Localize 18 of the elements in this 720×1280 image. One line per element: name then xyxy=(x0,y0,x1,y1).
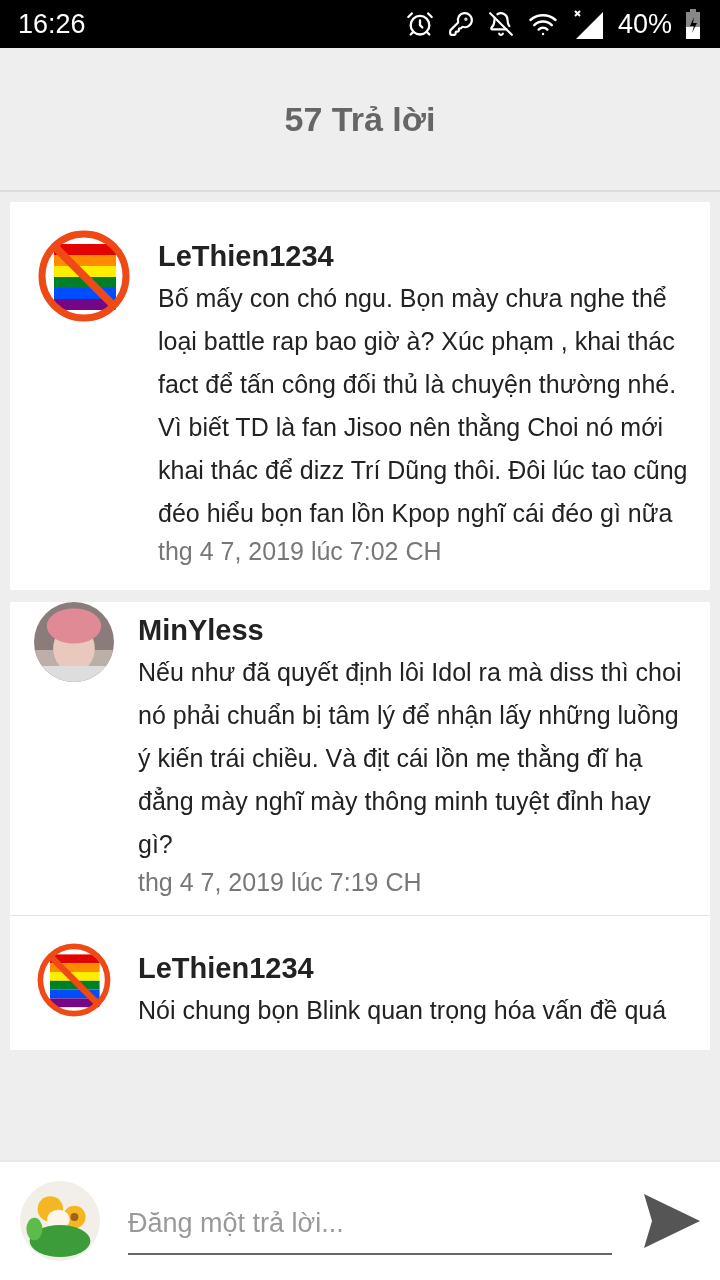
comment-text: Nói chung bọn Blink quan trọng hóa vấn đề quá xyxy=(138,995,668,1026)
comment-date: thg 4 7, 2019 lúc 7:02 CH xyxy=(158,537,443,566)
comment-date: thg 4 7, 2019 lúc 7:19 CH xyxy=(138,868,423,897)
bell-off-icon xyxy=(487,11,514,37)
comment-text: Bố mấy con chó ngu. Bọn mày chưa nghe thể loại battle rap bao giờ à? Xúc phạm , khai thác fact để tấn công đối thủ là chuyện thường nhé. Vì biết TD là fan Jisoo nên thằng Choi nó mới khai thác để dizz Trí Dũng thôi. Đôi lúc tao cũng đéo hiểu bọn fan lồn Kpop nghĩ cái đéo gì nữa xyxy=(158,283,689,529)
author-name[interactable]: LeThien1234 xyxy=(138,952,690,985)
page-title: 57 Trả lời xyxy=(284,99,436,139)
author-name[interactable]: LeThien1234 xyxy=(158,240,690,273)
send-button[interactable] xyxy=(644,1194,700,1248)
send-icon xyxy=(644,1194,700,1248)
status-time: 16:26 xyxy=(18,8,87,40)
author-name[interactable]: MinYless xyxy=(138,614,690,647)
alarm-icon xyxy=(405,10,434,38)
battery-percent: 40% xyxy=(617,8,672,40)
comment-text: Nếu như đã quyết định lôi Idol ra mà diss thì choi nó phải chuẩn bị tâm lý để nhận lấy những luồng ý kiến trái chiều. Và địt cái lồn mẹ thằng đĩ hạ đẳng mày nghĩ mày thông minh tuyệt đỉnh hay gì? xyxy=(138,657,683,860)
battery-icon xyxy=(686,9,700,39)
signal-icon xyxy=(571,8,604,40)
key-icon xyxy=(447,11,474,37)
